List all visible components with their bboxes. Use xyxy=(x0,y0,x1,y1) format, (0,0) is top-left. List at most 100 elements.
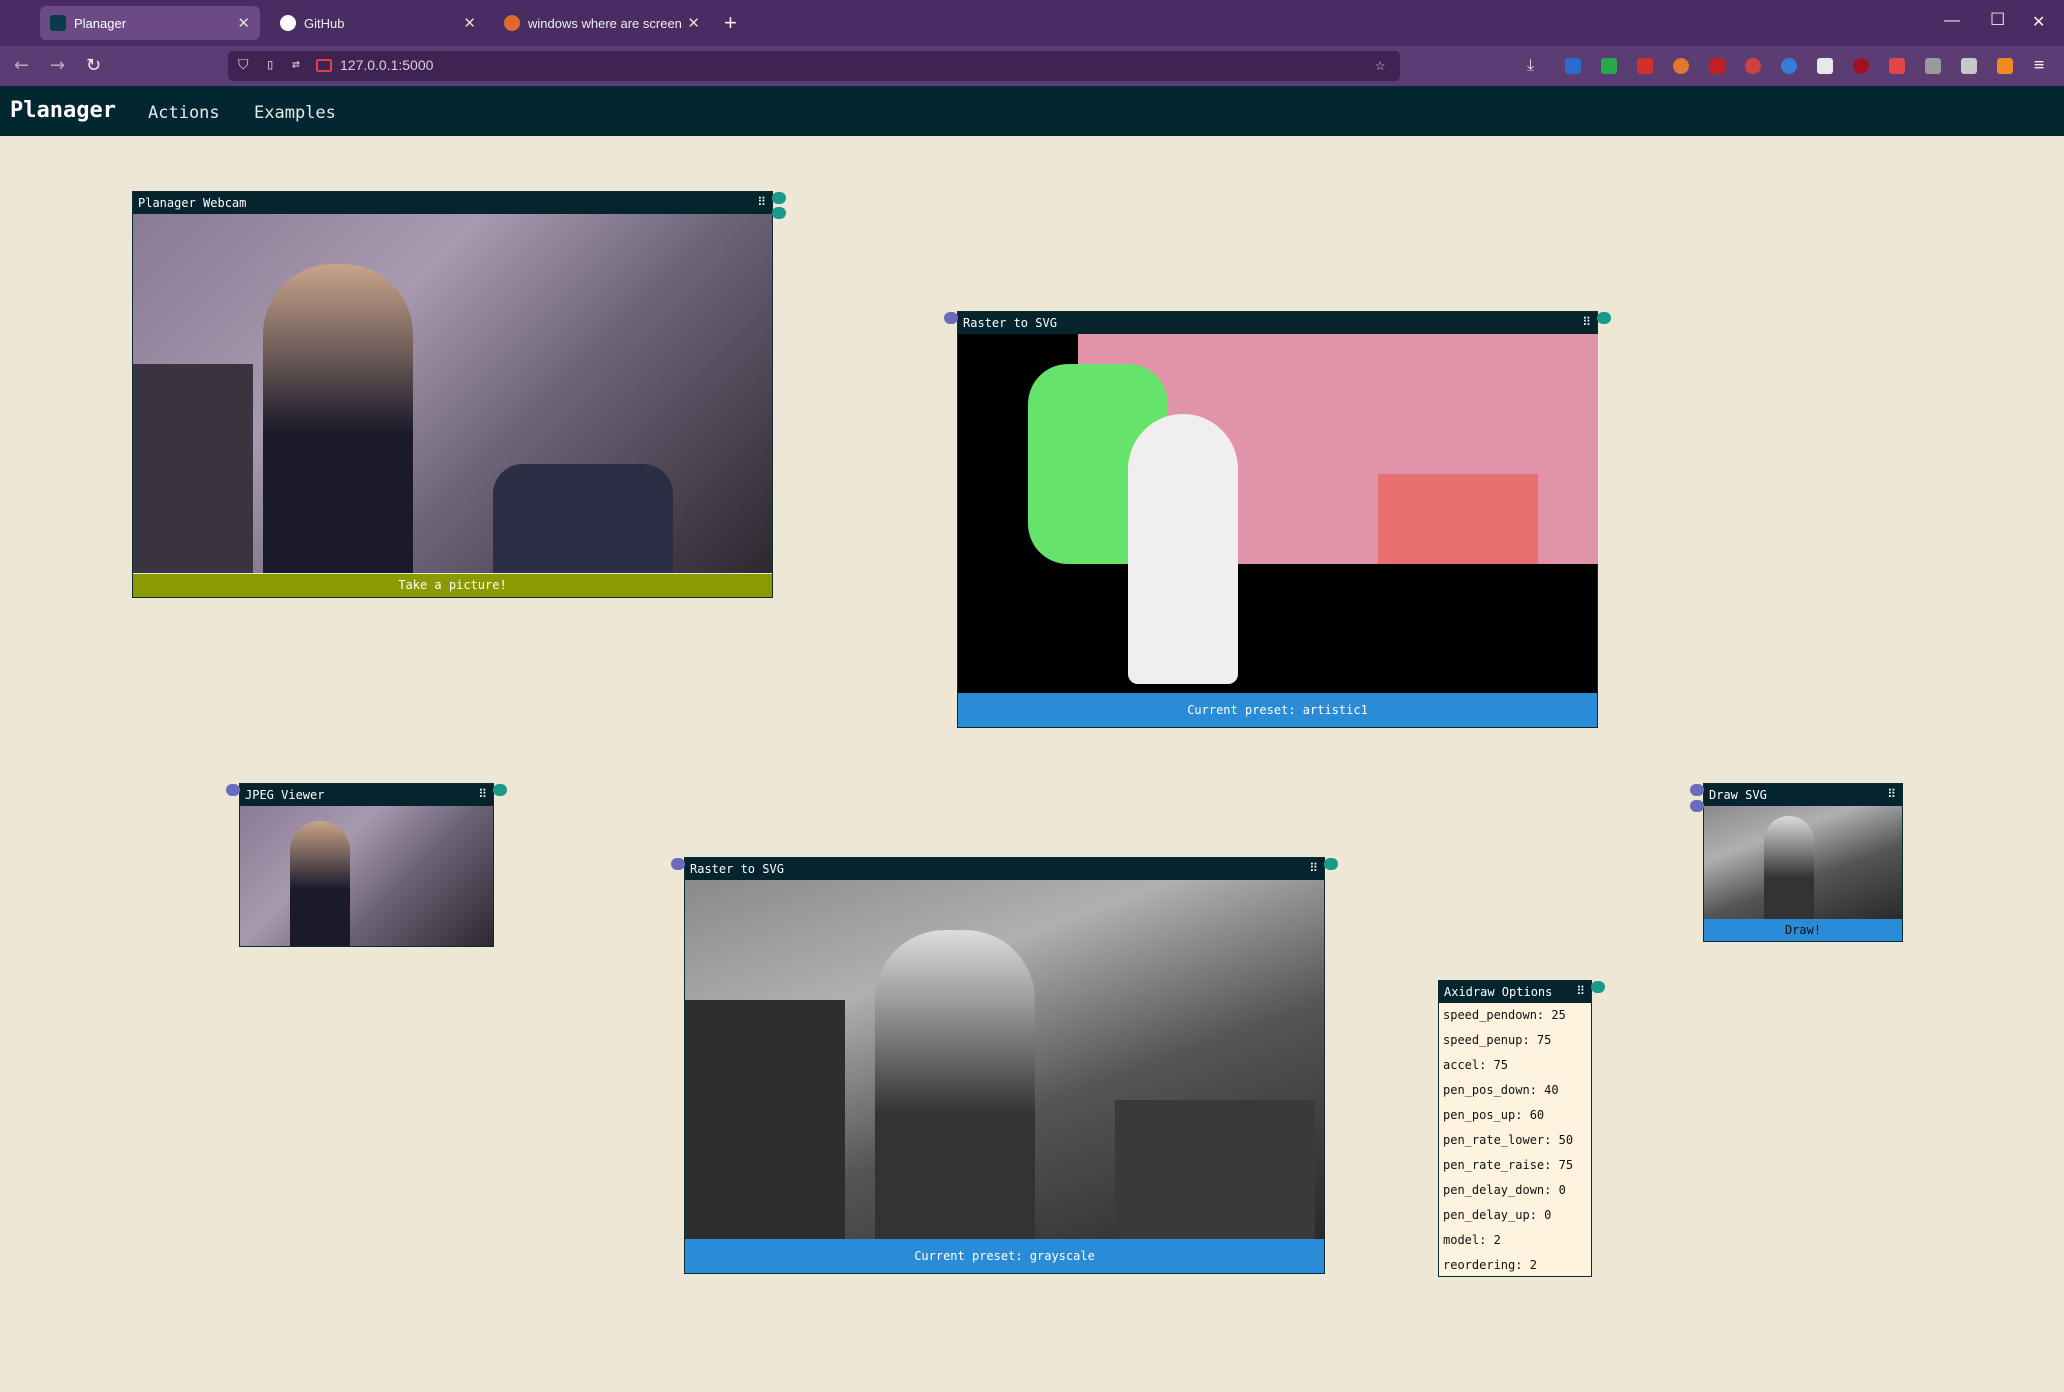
browser-tab-planager[interactable]: Planager ✕ xyxy=(40,6,260,40)
drag-handle-icon[interactable]: ⠿ xyxy=(478,788,487,800)
new-tab-icon[interactable]: + xyxy=(724,10,737,36)
extension-6-icon[interactable] xyxy=(1745,58,1761,74)
node-header[interactable]: Raster to SVG ⠿ xyxy=(685,858,1324,880)
input-port[interactable] xyxy=(1690,784,1704,796)
option-accel[interactable]: accel: 75 xyxy=(1439,1053,1591,1078)
url-text[interactable]: 127.0.0.1:5000 xyxy=(340,57,433,73)
option-pen-delay-up[interactable]: pen_delay_up: 0 xyxy=(1439,1203,1591,1228)
close-window-icon[interactable]: ✕ xyxy=(2032,12,2045,32)
raster-to-svg-gray-node[interactable]: Raster to SVG ⠿ Current preset: grayscal… xyxy=(671,857,1338,1274)
node-title: Draw SVG xyxy=(1709,788,1767,802)
drag-handle-icon[interactable]: ⠿ xyxy=(1582,316,1591,328)
nav-examples[interactable]: Examples xyxy=(254,103,336,123)
extension-13-icon[interactable] xyxy=(1997,58,2013,74)
close-tab-icon[interactable]: ✕ xyxy=(463,14,476,32)
back-icon[interactable]: ← xyxy=(14,55,29,76)
reload-icon[interactable]: ↻ xyxy=(86,55,101,76)
option-pen-delay-down[interactable]: pen_delay_down: 0 xyxy=(1439,1178,1591,1203)
permissions-icon[interactable]: ⇄ xyxy=(292,57,300,72)
browser-tabbar: Planager ✕ GitHub ✕ windows where are sc… xyxy=(0,0,2064,46)
close-tab-icon[interactable]: ✕ xyxy=(687,14,700,32)
input-port[interactable] xyxy=(671,858,685,870)
output-port[interactable] xyxy=(1324,858,1338,870)
close-tab-icon[interactable]: ✕ xyxy=(237,14,250,32)
preset-label[interactable]: Current preset: grayscale xyxy=(685,1239,1324,1273)
forward-icon[interactable]: → xyxy=(50,55,65,76)
extension-10-icon[interactable] xyxy=(1889,58,1905,74)
option-pen-pos-up[interactable]: pen_pos_up: 60 xyxy=(1439,1103,1591,1128)
options-list: speed_pendown: 25 speed_penup: 75 accel:… xyxy=(1439,1003,1591,1278)
shelf-shape xyxy=(685,1000,845,1239)
output-port[interactable] xyxy=(493,784,507,796)
chair-shape xyxy=(1115,1100,1315,1239)
option-speed-pendown[interactable]: speed_pendown: 25 xyxy=(1439,1003,1591,1028)
drag-handle-icon[interactable]: ⠿ xyxy=(1576,985,1585,997)
option-model[interactable]: model: 2 xyxy=(1439,1228,1591,1253)
browser-tab-search[interactable]: windows where are screenshots ✕ xyxy=(494,6,710,40)
browser-toolbar: ← → ↻ ⛉ ▯ ⇄ ☆ 127.0.0.1:5000 ⤓ ≡ xyxy=(0,46,2064,86)
output-port[interactable] xyxy=(1591,981,1605,993)
planager-favicon-icon xyxy=(50,15,66,31)
node-header[interactable]: Axidraw Options ⠿ xyxy=(1439,981,1591,1003)
input-port[interactable] xyxy=(1690,800,1704,812)
raster-to-svg-color-node[interactable]: Raster to SVG ⠿ Current preset: artistic… xyxy=(944,311,1611,728)
duckduckgo-favicon-icon xyxy=(504,15,520,31)
browser-tab-github[interactable]: GitHub ✕ xyxy=(270,6,486,40)
node-header[interactable]: Planager Webcam ⠿ xyxy=(133,192,772,214)
bookmark-star-icon[interactable]: ☆ xyxy=(1375,55,1385,75)
person-shape xyxy=(290,821,350,946)
preset-label[interactable]: Current preset: artistic1 xyxy=(958,693,1597,727)
node-title: Raster to SVG xyxy=(963,316,1057,330)
take-picture-button[interactable]: Take a picture! xyxy=(133,574,772,597)
page-icon: ▯ xyxy=(266,57,275,73)
option-speed-penup[interactable]: speed_penup: 75 xyxy=(1439,1028,1591,1053)
minimize-icon[interactable]: — xyxy=(1944,12,1960,30)
menu-icon[interactable]: ≡ xyxy=(2034,55,2044,75)
node-header[interactable]: Raster to SVG ⠿ xyxy=(958,312,1597,334)
draw-svg-node[interactable]: Draw SVG ⠿ Draw! xyxy=(1690,783,1903,942)
extension-12-icon[interactable] xyxy=(1961,58,1977,74)
app-navbar: Planager Actions Examples xyxy=(0,86,2064,136)
output-port[interactable] xyxy=(772,192,786,204)
draw-preview xyxy=(1704,806,1902,919)
jpeg-viewer-node[interactable]: JPEG Viewer ⠿ xyxy=(226,783,507,947)
option-reordering[interactable]: reordering: 2 xyxy=(1439,1253,1591,1278)
option-pen-pos-down[interactable]: pen_pos_down: 40 xyxy=(1439,1078,1591,1103)
svg-preview-grayscale xyxy=(685,880,1324,1239)
downloads-icon[interactable]: ⤓ xyxy=(1527,55,1534,75)
extension-5-icon[interactable] xyxy=(1709,58,1725,74)
drag-handle-icon[interactable]: ⠿ xyxy=(757,196,766,208)
draw-button[interactable]: Draw! xyxy=(1704,919,1902,941)
output-port[interactable] xyxy=(772,207,786,219)
option-pen-rate-lower[interactable]: pen_rate_lower: 50 xyxy=(1439,1128,1591,1153)
input-port[interactable] xyxy=(226,784,240,796)
extension-1-icon[interactable] xyxy=(1565,58,1581,74)
output-port[interactable] xyxy=(1597,312,1611,324)
github-favicon-icon xyxy=(280,15,296,31)
extension-11-icon[interactable] xyxy=(1925,58,1941,74)
extension-2-icon[interactable] xyxy=(1601,58,1617,74)
person-shape xyxy=(875,930,1035,1239)
extension-9-icon[interactable] xyxy=(1853,58,1869,74)
app-brand[interactable]: Planager xyxy=(10,98,116,123)
extension-7-icon[interactable] xyxy=(1781,58,1797,74)
shield-icon[interactable]: ⛉ xyxy=(238,57,249,73)
nav-actions[interactable]: Actions xyxy=(148,103,220,123)
webcam-node[interactable]: Planager Webcam ⠿ Take a picture! xyxy=(132,191,786,598)
camera-in-use-icon[interactable] xyxy=(316,59,332,72)
node-title: Planager Webcam xyxy=(138,196,247,210)
node-header[interactable]: Draw SVG ⠿ xyxy=(1704,784,1902,806)
option-pen-rate-raise[interactable]: pen_rate_raise: 75 xyxy=(1439,1153,1591,1178)
extension-8-icon[interactable] xyxy=(1817,58,1833,74)
node-title: Axidraw Options xyxy=(1444,985,1553,999)
input-port[interactable] xyxy=(944,312,958,324)
drag-handle-icon[interactable]: ⠿ xyxy=(1309,862,1318,874)
extension-4-icon[interactable] xyxy=(1673,58,1689,74)
person-shape xyxy=(1764,816,1814,919)
axidraw-options-node[interactable]: Axidraw Options ⠿ speed_pendown: 25 spee… xyxy=(1438,980,1605,1278)
maximize-icon[interactable]: ☐ xyxy=(1990,10,2005,30)
drag-handle-icon[interactable]: ⠿ xyxy=(1887,788,1896,800)
extension-3-icon[interactable] xyxy=(1637,58,1653,74)
node-header[interactable]: JPEG Viewer ⠿ xyxy=(240,784,493,806)
tab-title: windows where are screenshots xyxy=(528,15,682,31)
